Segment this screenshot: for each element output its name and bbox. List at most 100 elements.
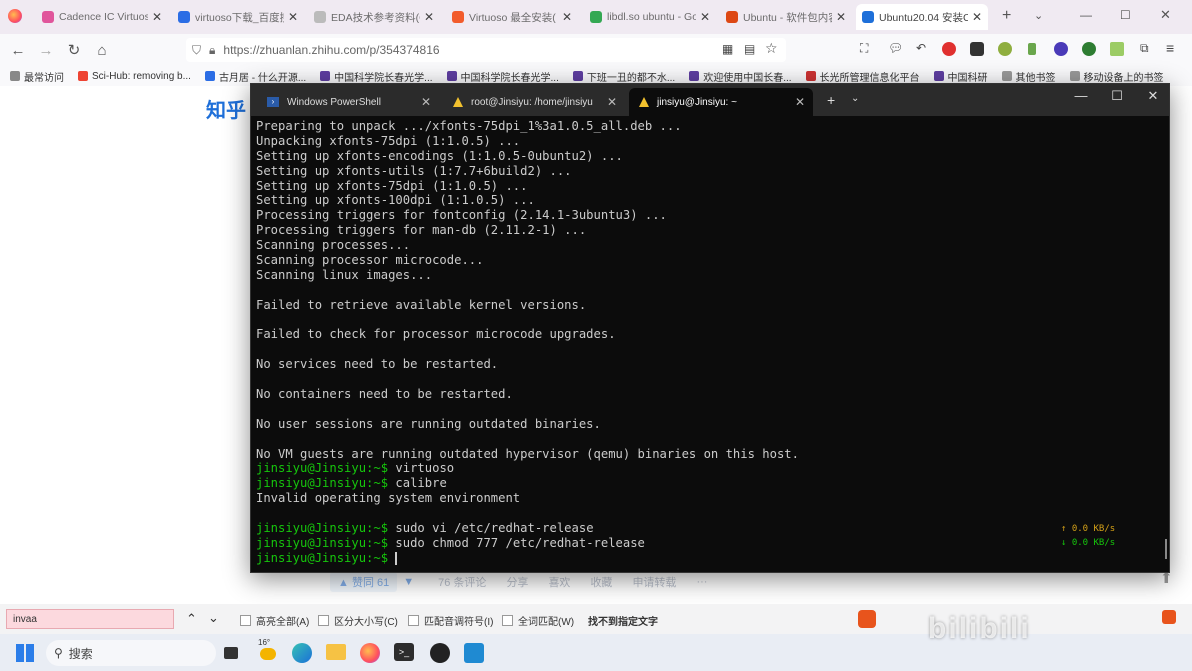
close-tab-icon[interactable]: ✕ xyxy=(700,10,710,24)
article-action-button[interactable]: 收藏 xyxy=(590,574,612,590)
browser-tab[interactable]: Virtuoso 最全安装(✕ xyxy=(446,4,578,30)
close-tab-icon[interactable]: ✕ xyxy=(424,10,434,24)
browser-tab[interactable]: Ubuntu - 软件包内容 ✕ xyxy=(720,4,852,30)
extension-icon[interactable] xyxy=(970,42,984,56)
bookmark-star-icon[interactable]: ☆ xyxy=(765,40,778,57)
terminal-close-button[interactable]: ✕ xyxy=(1135,88,1171,104)
bookmark-item[interactable]: 最常访问 xyxy=(10,69,64,84)
close-tab-icon[interactable]: ✕ xyxy=(607,95,617,109)
terminal-dropdown-icon[interactable]: ⌄ xyxy=(851,93,859,104)
browser-tab[interactable]: libdl.so ubuntu - Go ✕ xyxy=(584,4,716,30)
highlight-all-checkbox[interactable]: 高亮全部(A) xyxy=(240,613,309,628)
close-tab-icon[interactable]: ✕ xyxy=(562,10,572,24)
back-icon[interactable]: ← xyxy=(4,42,32,59)
terminal-scrollbar[interactable] xyxy=(1165,539,1167,559)
find-previous-icon[interactable]: ⌃ xyxy=(186,611,197,627)
upvote-button[interactable]: ▲ 赞同 61 xyxy=(330,572,398,592)
extensions-puzzle-icon[interactable]: ⧉ xyxy=(1140,41,1149,56)
article-action-button[interactable]: 分享 xyxy=(506,574,528,590)
url-bar[interactable]: ⛉ 🔒︎ https://zhuanlan.zhihu.com/p/354374… xyxy=(186,38,786,62)
find-next-icon[interactable]: ⌄ xyxy=(208,610,219,626)
match-case-checkbox[interactable]: 区分大小写(C) xyxy=(318,613,398,628)
app-icon[interactable] xyxy=(430,643,450,663)
browser-maximize-button[interactable]: ☐ xyxy=(1120,8,1131,22)
browser-tab[interactable]: virtuoso下载_百度搜 ✕ xyxy=(172,4,304,30)
browser-tab-strip: Cadence IC Virtuos ✕ virtuoso下载_百度搜 ✕ EDA技术参… xyxy=(0,0,1192,34)
terminal-app-icon[interactable]: >_ xyxy=(394,643,414,661)
close-tab-icon[interactable]: ✕ xyxy=(972,10,982,24)
terminal-tab-bar: › Windows PowerShell ✕ root@Jinsiyu: /ho… xyxy=(251,84,1169,116)
article-action-button[interactable]: 申请转载 xyxy=(632,574,676,590)
list-tabs-icon[interactable]: ⌄ xyxy=(1034,9,1043,22)
edge-icon[interactable] xyxy=(292,643,312,663)
find-input[interactable] xyxy=(6,609,174,629)
task-view-icon[interactable] xyxy=(224,647,238,659)
bookmark-item[interactable]: 古月居 - 什么开源... xyxy=(204,69,306,84)
tab-windows-powershell[interactable]: › Windows PowerShell ✕ xyxy=(257,88,439,116)
extension-icon[interactable] xyxy=(1082,42,1096,56)
firefox-icon[interactable] xyxy=(360,643,380,663)
bookmark-item[interactable]: 中国科学院长春光学... xyxy=(320,69,433,84)
article-action-button[interactable]: 喜欢 xyxy=(548,574,570,590)
bookmark-icon xyxy=(933,71,944,81)
article-action-button[interactable]: 76 条评论 xyxy=(438,574,486,590)
close-tab-icon[interactable]: ✕ xyxy=(152,10,162,24)
close-tab-icon[interactable]: ✕ xyxy=(836,10,846,24)
browser-tab[interactable]: Ubuntu20.04 安装C ✕ xyxy=(856,4,988,30)
new-terminal-tab-button[interactable]: + xyxy=(827,92,835,108)
close-find-icon[interactable] xyxy=(1162,610,1176,624)
bookmark-item[interactable]: 欢迎使用中国长春... xyxy=(689,69,792,84)
tab-user-terminal[interactable]: jinsiyu@Jinsiyu: ~ ✕ xyxy=(629,88,813,116)
ime-sogou-icon[interactable] xyxy=(858,610,876,628)
tab-root-terminal[interactable]: root@Jinsiyu: /home/jinsiyu ✕ xyxy=(443,88,625,116)
screenshot-icon[interactable]: ⛶ xyxy=(860,41,868,56)
bookmark-item[interactable]: 移动设备上的书签 xyxy=(1069,69,1164,84)
zhihu-logo[interactable]: 知乎 xyxy=(206,94,246,123)
lock-icon[interactable]: 🔒︎ xyxy=(209,43,215,58)
browser-minimize-button[interactable]: — xyxy=(1080,8,1092,22)
weather-widget[interactable]: 16° xyxy=(258,638,270,647)
adblock-icon[interactable] xyxy=(942,42,956,56)
translate-icon[interactable] xyxy=(1054,42,1068,56)
close-tab-icon[interactable]: ✕ xyxy=(421,95,431,109)
article-action-button[interactable]: ··· xyxy=(696,574,707,590)
bookmark-item[interactable]: 其他书签 xyxy=(1001,69,1056,84)
browser-tab[interactable]: Cadence IC Virtuos ✕ xyxy=(36,4,168,30)
reader-view-icon[interactable]: ▤ xyxy=(744,42,755,56)
downvote-button[interactable]: ▼ xyxy=(403,576,414,588)
bookmark-item[interactable]: Sci-Hub: removing b... xyxy=(78,69,191,84)
shell-command: calibre xyxy=(388,476,447,491)
new-tab-button[interactable]: + xyxy=(1002,7,1011,25)
match-diacritics-checkbox[interactable]: 匹配音调符号(I) xyxy=(408,613,493,628)
bookmark-item[interactable]: 下班一丑的都不水... xyxy=(572,69,675,84)
terminal-minimize-button[interactable]: — xyxy=(1063,88,1099,103)
shield-icon[interactable]: ⛉ xyxy=(192,43,201,58)
taskbar-search[interactable]: ⚲ 搜索 xyxy=(46,640,216,666)
whole-words-checkbox[interactable]: 全词匹配(W) xyxy=(502,613,574,628)
close-tab-icon[interactable]: ✕ xyxy=(795,95,805,109)
close-tab-icon[interactable]: ✕ xyxy=(288,10,298,24)
browser-close-button[interactable]: ✕ xyxy=(1160,7,1171,23)
url-text[interactable]: https://zhuanlan.zhihu.com/p/354374816 xyxy=(223,43,439,57)
extension-icon[interactable] xyxy=(1110,42,1124,56)
bookmark-item[interactable]: 长光所管理信息化平台 xyxy=(805,69,920,84)
windows-start-icon[interactable] xyxy=(16,644,34,662)
terminal-window[interactable]: › Windows PowerShell ✕ root@Jinsiyu: /ho… xyxy=(250,83,1170,573)
file-explorer-icon[interactable] xyxy=(326,644,346,660)
extension-icon[interactable] xyxy=(998,42,1012,56)
firefox-menu-icon[interactable] xyxy=(8,9,22,23)
home-icon[interactable]: ⌂ xyxy=(88,42,116,59)
extension-icon[interactable] xyxy=(1028,43,1036,55)
terminal-maximize-button[interactable]: ☐ xyxy=(1099,88,1135,104)
reload-icon[interactable]: ↻ xyxy=(60,41,88,59)
qr-code-icon[interactable]: ▦ xyxy=(722,42,733,56)
undo-icon[interactable]: ↶ xyxy=(916,41,926,55)
terminal-output[interactable]: Preparing to unpack .../xfonts-75dpi_1%3… xyxy=(256,119,1156,566)
browser-tab[interactable]: EDA技术参考资料(Cade ✕ xyxy=(308,4,440,30)
forward-icon[interactable]: → xyxy=(32,42,60,59)
hamburger-menu-icon[interactable]: ≡ xyxy=(1166,40,1174,56)
vscode-icon[interactable] xyxy=(464,643,484,663)
bookmark-item[interactable]: 中国科研 xyxy=(933,69,988,84)
comment-icon[interactable]: 💬︎ xyxy=(888,41,903,55)
bookmark-item[interactable]: 中国科学院长春光学... xyxy=(446,69,559,84)
